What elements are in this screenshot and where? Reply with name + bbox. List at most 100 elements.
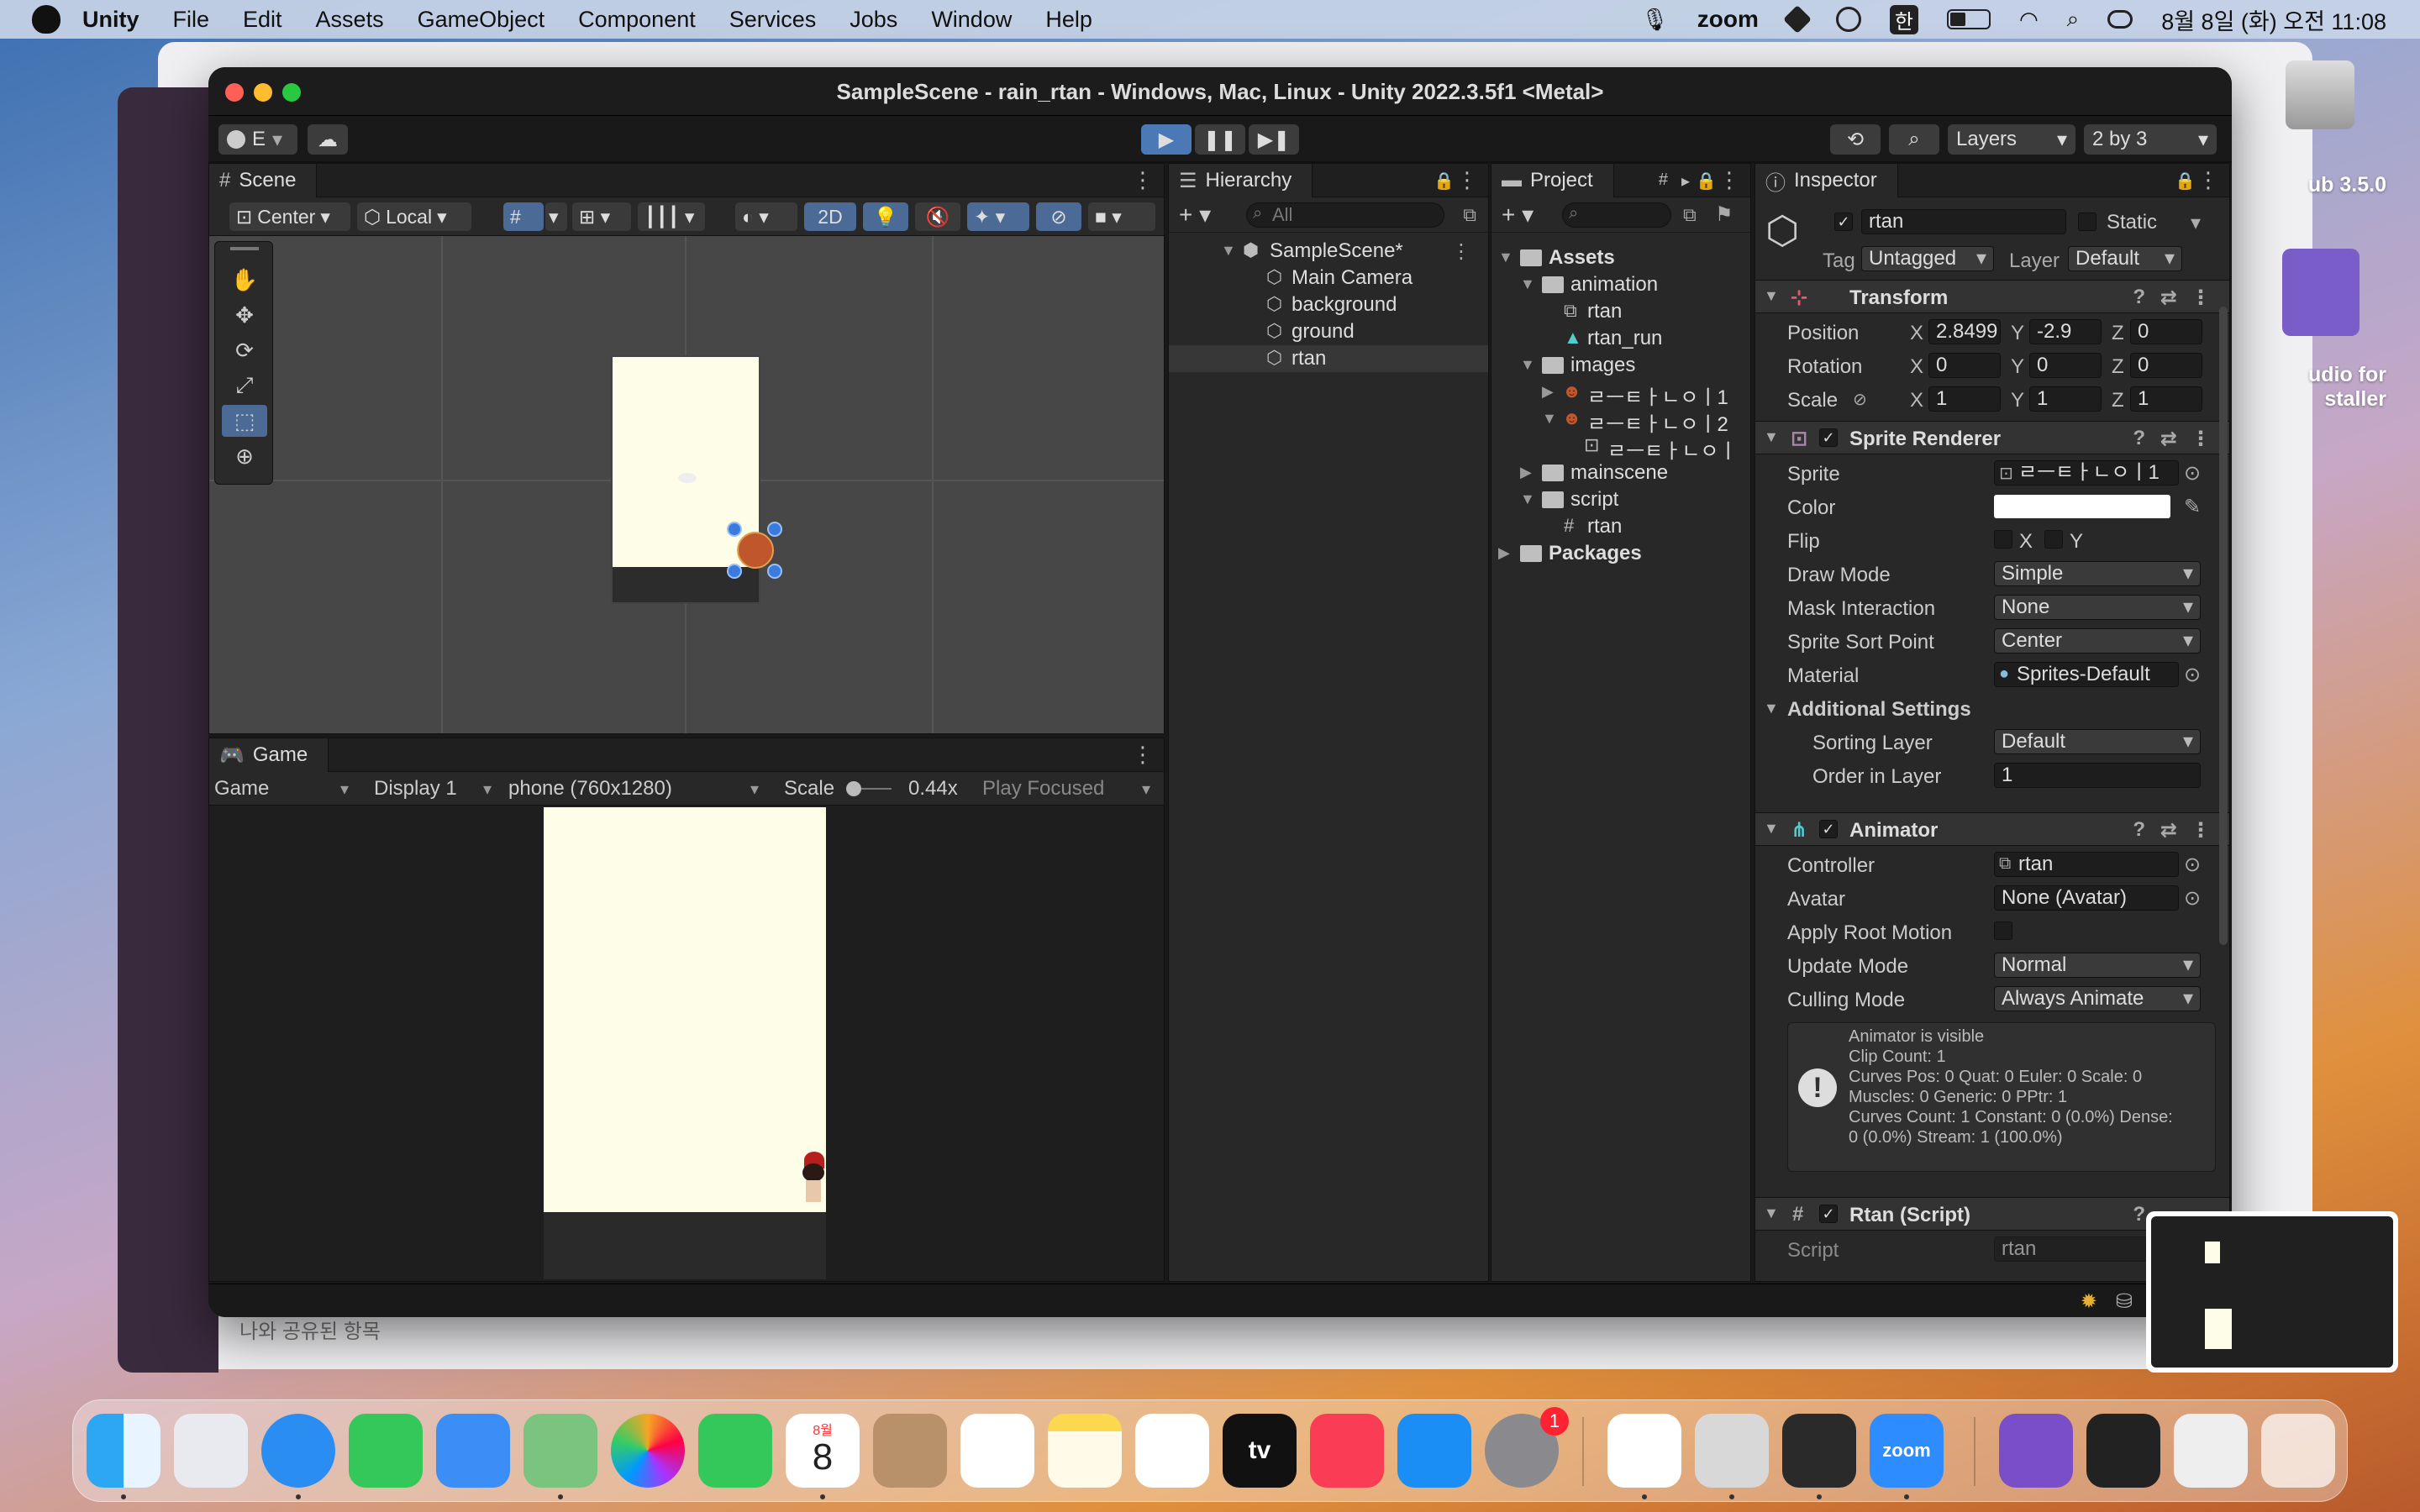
order-in-layer-field[interactable]: 1	[1994, 763, 2201, 788]
rect-handle-bottom-left[interactable]	[727, 564, 742, 579]
more-options-icon[interactable]: ⋮	[1451, 239, 1471, 264]
step-button[interactable]: ▶❚	[1249, 124, 1299, 155]
lock-icon[interactable]: 🔒	[1696, 171, 1717, 192]
desktop-item-hub[interactable]: ub 3.5.0	[2252, 173, 2386, 197]
foldout-arrow-icon[interactable]: ▼	[1764, 1205, 1779, 1222]
more-options-icon[interactable]: ⋮	[2197, 169, 2219, 191]
slack-icon[interactable]	[1607, 1414, 1681, 1488]
hand-tool-button[interactable]: ✋	[222, 264, 267, 296]
layout-dropdown[interactable]: 2 by 3 ▾	[2084, 124, 2217, 155]
scale-slider-knob[interactable]	[846, 781, 861, 796]
menu-clock[interactable]: 8월 8일 (화) 오전 11:08	[2161, 3, 2386, 36]
cache-server-icon[interactable]: ⛁	[2116, 1289, 2133, 1314]
foldout-arrow-icon[interactable]: ▼	[1764, 700, 1779, 717]
rect-handle-bottom-right[interactable]	[767, 564, 782, 579]
menu-assets[interactable]: Assets	[316, 7, 384, 33]
notes-icon[interactable]	[1048, 1414, 1122, 1488]
apple-menu-icon[interactable]	[32, 5, 60, 34]
foldout-arrow-icon[interactable]: ▼	[1764, 428, 1779, 446]
object-picker-icon[interactable]: ⊙	[2184, 663, 2201, 687]
maps-icon[interactable]	[523, 1414, 597, 1488]
menu-file[interactable]: File	[173, 7, 210, 33]
scale-tool-button[interactable]: ⤢	[222, 370, 267, 402]
launchpad-icon[interactable]	[174, 1414, 248, 1488]
layers-dropdown[interactable]: Layers ▾	[1948, 124, 2075, 155]
chevron-down-icon[interactable]: ▾	[2191, 211, 2201, 235]
flip-x-checkbox[interactable]	[1994, 530, 2012, 549]
grid-snap-dropdown[interactable]: ▾	[545, 202, 567, 231]
controller-object-field[interactable]: rtan	[1994, 852, 2179, 877]
account-button[interactable]: E ▾	[218, 124, 297, 155]
active-checkbox[interactable]: ✓	[1834, 213, 1853, 231]
object-picker-icon[interactable]: ⊙	[2184, 461, 2201, 486]
expand-arrow-icon[interactable]: ▼	[1498, 249, 1513, 266]
spotlight-search-icon[interactable]: ⌕	[2067, 6, 2080, 33]
more-options-icon[interactable]: ⋮	[1718, 169, 1740, 191]
more-options-icon[interactable]: ⋮	[1132, 169, 1154, 191]
control-center-icon[interactable]	[2107, 10, 2133, 29]
sort-point-dropdown[interactable]: Center	[1994, 628, 2201, 654]
position-y-field[interactable]: -2.9	[2029, 319, 2102, 344]
recent-document-icon[interactable]	[2174, 1414, 2248, 1488]
2d-toggle-button[interactable]: 2D	[804, 202, 856, 231]
unity-status-icon[interactable]	[1782, 5, 1812, 34]
add-object-button[interactable]: + ▾	[1179, 201, 1211, 228]
app-store-icon[interactable]	[1397, 1414, 1471, 1488]
rotate-tool-button[interactable]: ⟳	[222, 334, 267, 366]
github-desktop-icon[interactable]	[1999, 1414, 2073, 1488]
grid-options-icon[interactable]: #	[1659, 171, 1668, 190]
mic-muted-icon[interactable]: 🎙	[1641, 7, 1669, 33]
animator-header[interactable]: ▼ ⋔ ✓ Animator ? ⇄ ⋮	[1755, 812, 2229, 846]
audio-toggle[interactable]: 🔇	[915, 202, 960, 231]
debug-bug-icon[interactable]: ✹	[2081, 1289, 2097, 1314]
contacts-icon[interactable]	[873, 1414, 947, 1488]
package-icon[interactable]: ⚑	[1715, 202, 1733, 227]
grid-snap-button[interactable]: #	[503, 202, 544, 231]
messages-icon[interactable]	[349, 1414, 423, 1488]
tag-dropdown[interactable]: Untagged	[1861, 246, 1994, 271]
scene-visibility-toggle[interactable]: ⊘	[1036, 202, 1081, 231]
position-z-field[interactable]: 0	[2130, 319, 2202, 344]
more-options-icon[interactable]: ⋮	[2191, 286, 2211, 310]
tab-game[interactable]: 🎮 Game	[209, 738, 329, 772]
effects-toggle[interactable]: ✦ ▾	[967, 202, 1029, 231]
recent-screenshot-icon[interactable]	[2086, 1414, 2160, 1488]
apply-root-motion-checkbox[interactable]	[1994, 921, 2012, 940]
draw-mode-dropdown[interactable]: Simple	[1994, 561, 2201, 586]
tree-row-rtan[interactable]: ⬡ rtan	[1169, 345, 1488, 372]
play-status-icon[interactable]	[1835, 7, 1861, 32]
display-dropdown[interactable]: Display 1	[374, 777, 457, 801]
play-arrow-icon[interactable]: ▸	[1681, 171, 1690, 192]
game-render-area[interactable]	[544, 807, 826, 1212]
camera-settings-button[interactable]: ■ ▾	[1088, 202, 1155, 231]
mail-icon[interactable]	[436, 1414, 510, 1488]
scene-viewport[interactable]: ✋ ✥ ⟳ ⤢ ⬚ ⊕	[209, 236, 1164, 733]
position-x-field[interactable]: 2.8499	[1928, 319, 2001, 344]
rotation-x-field[interactable]: 0	[1928, 353, 2001, 378]
move-tool-button[interactable]: ✥	[222, 299, 267, 331]
rtan-sprite-selected[interactable]	[737, 532, 774, 569]
object-picker-icon[interactable]: ⊙	[2184, 853, 2201, 877]
resolution-dropdown[interactable]: phone (760x1280)	[508, 777, 672, 801]
object-name-field[interactable]: rtan	[1861, 209, 2066, 234]
static-checkbox[interactable]	[2078, 213, 2096, 231]
zoom-app-icon[interactable]: zoom	[1870, 1414, 1944, 1488]
search-button[interactable]: ⌕	[1889, 124, 1939, 155]
space-dropdown[interactable]: ⬡ Local ▾	[357, 202, 471, 231]
expand-arrow-icon[interactable]: ▼	[1520, 276, 1535, 293]
ruler-button[interactable]: ┃┃┃ ▾	[638, 202, 705, 231]
foldout-arrow-icon[interactable]: ▼	[1764, 287, 1779, 305]
zoom-status-label[interactable]: zoom	[1697, 6, 1759, 33]
help-icon[interactable]: ?	[2133, 286, 2145, 309]
game-viewport[interactable]	[209, 806, 1164, 1281]
play-button[interactable]: ▶	[1141, 124, 1192, 155]
freeform-icon[interactable]	[1135, 1414, 1209, 1488]
more-options-icon[interactable]: ⋮	[1456, 169, 1478, 191]
tree-row-assets[interactable]: ▼ Assets	[1491, 244, 1750, 271]
expand-arrow-icon[interactable]: ▼	[1221, 242, 1236, 260]
preset-icon[interactable]: ⇄	[2160, 427, 2177, 451]
expand-arrow-icon[interactable]: ▶	[1498, 544, 1510, 562]
tree-row-main-camera[interactable]: ⬡ Main Camera	[1169, 265, 1488, 291]
rect-handle-top-left[interactable]	[727, 522, 742, 537]
additional-settings-row[interactable]: ▼ Additional Settings	[1755, 693, 2229, 723]
